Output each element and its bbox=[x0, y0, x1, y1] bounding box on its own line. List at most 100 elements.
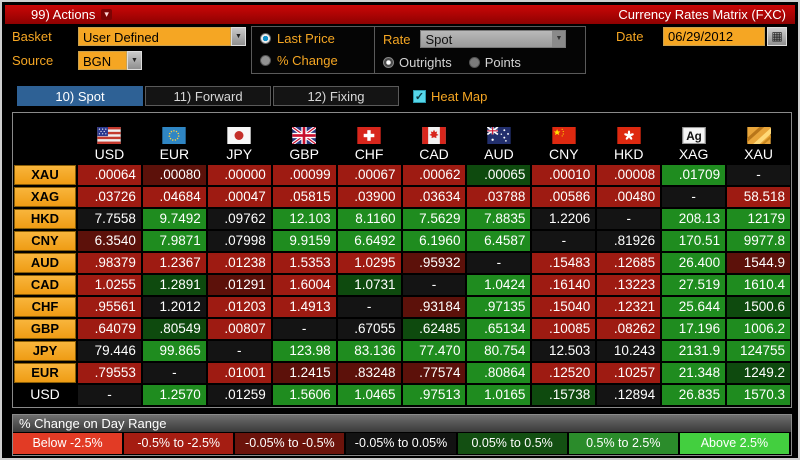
cell-aud-hkd[interactable]: .12685 bbox=[597, 253, 661, 273]
cell-aud-usd[interactable]: .98379 bbox=[78, 253, 141, 273]
cell-xau-cad[interactable]: .00062 bbox=[402, 165, 466, 185]
cell-chf-hkd[interactable]: .12321 bbox=[597, 297, 661, 317]
cell-chf-cad[interactable]: .93184 bbox=[402, 297, 466, 317]
cell-aud-chf[interactable]: 1.0295 bbox=[337, 253, 401, 273]
cell-xag-eur[interactable]: .04684 bbox=[142, 187, 206, 207]
column-header-jpy[interactable]: JPY bbox=[208, 114, 271, 163]
cell-cad-jpy[interactable]: .01291 bbox=[207, 275, 271, 295]
cell-usd-jpy[interactable]: .01259 bbox=[207, 385, 271, 405]
cell-gbp-jpy[interactable]: .00807 bbox=[207, 319, 271, 339]
date-input[interactable] bbox=[663, 27, 765, 46]
row-header-xau[interactable]: XAU bbox=[14, 165, 76, 185]
cell-xag-cny[interactable]: .00586 bbox=[532, 187, 596, 207]
cell-hkd-eur[interactable]: 9.7492 bbox=[142, 209, 206, 229]
rate-select[interactable]: Spot ▼ bbox=[420, 30, 567, 48]
cell-aud-eur[interactable]: 1.2367 bbox=[142, 253, 206, 273]
cell-eur-xag[interactable]: 21.348 bbox=[662, 363, 726, 383]
row-header-eur[interactable]: EUR bbox=[14, 363, 76, 383]
cell-xag-chf[interactable]: .03900 bbox=[337, 187, 401, 207]
row-header-hkd[interactable]: HKD bbox=[14, 209, 76, 229]
cell-hkd-usd[interactable]: 7.7558 bbox=[78, 209, 141, 229]
cell-jpy-usd[interactable]: 79.446 bbox=[78, 341, 141, 361]
cell-jpy-xau[interactable]: 124755 bbox=[727, 341, 790, 361]
cell-jpy-aud[interactable]: 80.754 bbox=[467, 341, 531, 361]
cell-eur-cny[interactable]: .12520 bbox=[532, 363, 596, 383]
cell-chf-xau[interactable]: 1500.6 bbox=[727, 297, 790, 317]
cell-xau-usd[interactable]: .00064 bbox=[78, 165, 141, 185]
cell-usd-eur[interactable]: 1.2570 bbox=[142, 385, 206, 405]
cell-gbp-xau[interactable]: 1006.2 bbox=[727, 319, 790, 339]
cell-gbp-chf[interactable]: .67055 bbox=[337, 319, 401, 339]
cell-cny-gbp[interactable]: 9.9159 bbox=[272, 231, 336, 251]
cell-aud-cad[interactable]: .95932 bbox=[402, 253, 466, 273]
cell-cad-xag[interactable]: 27.519 bbox=[662, 275, 726, 295]
cell-aud-jpy[interactable]: .01238 bbox=[207, 253, 271, 273]
cell-cny-eur[interactable]: 7.9871 bbox=[142, 231, 206, 251]
cell-jpy-xag[interactable]: 2131.9 bbox=[662, 341, 726, 361]
cell-hkd-cny[interactable]: 1.2206 bbox=[532, 209, 596, 229]
points-radio-icon[interactable] bbox=[468, 56, 480, 68]
row-header-xag[interactable]: XAG bbox=[14, 187, 76, 207]
row-header-aud[interactable]: AUD bbox=[14, 253, 76, 273]
tab-fixing[interactable]: 12) Fixing bbox=[273, 86, 399, 106]
cell-cny-usd[interactable]: 6.3540 bbox=[78, 231, 141, 251]
column-header-hkd[interactable]: HKD bbox=[597, 114, 660, 163]
column-header-cad[interactable]: CAD bbox=[403, 114, 466, 163]
cell-gbp-gbp[interactable]: - bbox=[272, 319, 336, 339]
column-header-xag[interactable]: Ag XAG bbox=[662, 114, 725, 163]
column-header-cny[interactable]: CNY bbox=[532, 114, 595, 163]
cell-xag-hkd[interactable]: .00480 bbox=[597, 187, 661, 207]
cell-xau-xag[interactable]: .01709 bbox=[662, 165, 726, 185]
row-header-cad[interactable]: CAD bbox=[14, 275, 76, 295]
cell-hkd-xag[interactable]: 208.13 bbox=[662, 209, 726, 229]
cell-usd-cad[interactable]: .97513 bbox=[402, 385, 466, 405]
cell-usd-chf[interactable]: 1.0465 bbox=[337, 385, 401, 405]
cell-chf-eur[interactable]: 1.2012 bbox=[142, 297, 206, 317]
cell-hkd-cad[interactable]: 7.5629 bbox=[402, 209, 466, 229]
cell-cny-cad[interactable]: 6.1960 bbox=[402, 231, 466, 251]
basket-select[interactable]: User Defined bbox=[78, 27, 231, 46]
cell-hkd-jpy[interactable]: .09762 bbox=[207, 209, 271, 229]
cell-usd-gbp[interactable]: 1.5606 bbox=[272, 385, 336, 405]
outrights-radio-icon[interactable] bbox=[383, 56, 394, 68]
cell-aud-aud[interactable]: - bbox=[467, 253, 531, 273]
cell-chf-jpy[interactable]: .01203 bbox=[207, 297, 271, 317]
cell-cad-usd[interactable]: 1.0255 bbox=[78, 275, 141, 295]
cell-xag-jpy[interactable]: .00047 bbox=[207, 187, 271, 207]
cell-gbp-usd[interactable]: .64079 bbox=[78, 319, 141, 339]
basket-dropdown-arrow-icon[interactable]: ▼ bbox=[231, 27, 246, 46]
column-header-chf[interactable]: CHF bbox=[338, 114, 401, 163]
cell-chf-gbp[interactable]: 1.4913 bbox=[272, 297, 336, 317]
cell-usd-hkd[interactable]: .12894 bbox=[597, 385, 661, 405]
rate-dropdown-arrow-icon[interactable]: ▼ bbox=[552, 31, 566, 47]
cell-usd-xau[interactable]: 1570.3 bbox=[727, 385, 790, 405]
cell-hkd-hkd[interactable]: - bbox=[597, 209, 661, 229]
cell-xau-hkd[interactable]: .00008 bbox=[597, 165, 661, 185]
cell-eur-cad[interactable]: .77574 bbox=[402, 363, 466, 383]
cell-cny-cny[interactable]: - bbox=[532, 231, 596, 251]
cell-aud-xag[interactable]: 26.400 bbox=[662, 253, 726, 273]
cell-eur-aud[interactable]: .80864 bbox=[467, 363, 531, 383]
cell-cad-cad[interactable]: - bbox=[402, 275, 466, 295]
cell-cny-jpy[interactable]: .07998 bbox=[207, 231, 271, 251]
cell-cad-chf[interactable]: 1.0731 bbox=[337, 275, 401, 295]
cell-eur-gbp[interactable]: 1.2415 bbox=[272, 363, 336, 383]
cell-cad-hkd[interactable]: .13223 bbox=[597, 275, 661, 295]
cell-chf-cny[interactable]: .15040 bbox=[532, 297, 596, 317]
cell-hkd-chf[interactable]: 8.1160 bbox=[337, 209, 401, 229]
cell-cny-aud[interactable]: 6.4587 bbox=[467, 231, 531, 251]
cell-eur-xau[interactable]: 1249.2 bbox=[727, 363, 790, 383]
cell-jpy-hkd[interactable]: 10.243 bbox=[597, 341, 661, 361]
cell-aud-xau[interactable]: 1544.9 bbox=[727, 253, 790, 273]
cell-xau-aud[interactable]: .00065 bbox=[467, 165, 531, 185]
cell-usd-aud[interactable]: 1.0165 bbox=[467, 385, 531, 405]
cell-gbp-xag[interactable]: 17.196 bbox=[662, 319, 726, 339]
cell-aud-gbp[interactable]: 1.5353 bbox=[272, 253, 336, 273]
cell-xag-aud[interactable]: .03788 bbox=[467, 187, 531, 207]
pct-change-radio-icon[interactable] bbox=[260, 54, 271, 66]
cell-aud-cny[interactable]: .15483 bbox=[532, 253, 596, 273]
cell-jpy-cny[interactable]: 12.503 bbox=[532, 341, 596, 361]
cell-xag-gbp[interactable]: .05815 bbox=[272, 187, 336, 207]
cell-eur-eur[interactable]: - bbox=[142, 363, 206, 383]
column-header-usd[interactable]: USD bbox=[78, 114, 141, 163]
